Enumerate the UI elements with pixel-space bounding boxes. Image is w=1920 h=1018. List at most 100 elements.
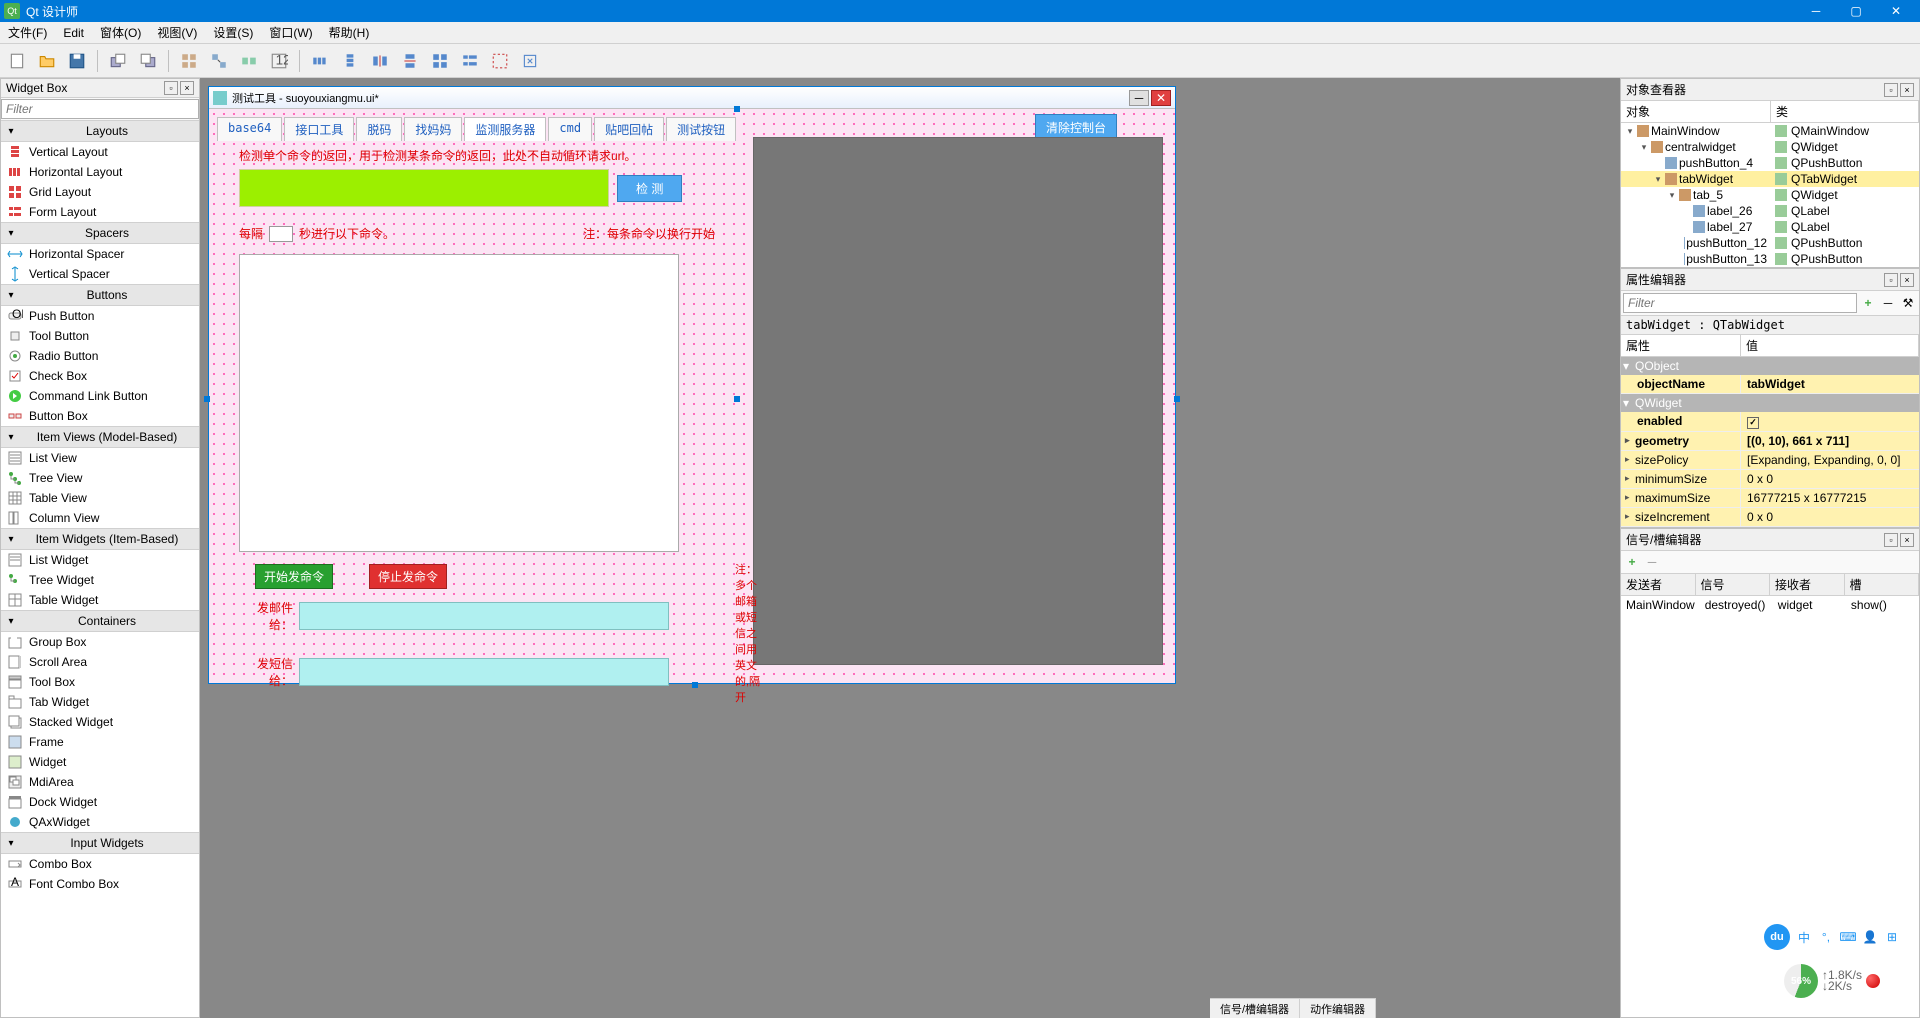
ime-grid-icon[interactable]: ⊞ (1884, 929, 1900, 945)
property-group[interactable]: ▾QObject (1621, 357, 1919, 375)
widget-box-list[interactable]: ▾Layouts Vertical Layout Horizontal Layo… (1, 120, 199, 1017)
inspector-row[interactable]: pushButton_4QPushButton (1621, 155, 1919, 171)
widget-scroll-area[interactable]: Scroll Area (1, 652, 199, 672)
interval-input[interactable] (269, 226, 293, 242)
accelerator-icon[interactable] (1866, 974, 1880, 988)
tab-interface[interactable]: 接口工具 (284, 117, 354, 141)
remove-signal-icon[interactable]: ─ (1643, 553, 1661, 571)
cat-buttons[interactable]: ▾Buttons (1, 284, 199, 306)
menu-window[interactable]: 窗口(W) (261, 22, 320, 43)
edit-signals-button[interactable] (206, 48, 232, 74)
widget-vertical-spacer[interactable]: Vertical Spacer (1, 264, 199, 284)
ime-keyboard-icon[interactable]: ⌨ (1840, 929, 1856, 945)
inspector-row[interactable]: label_27QLabel (1621, 219, 1919, 235)
widget-horizontal-layout[interactable]: Horizontal Layout (1, 162, 199, 182)
widget-widget[interactable]: Widget (1, 752, 199, 772)
cat-item-views[interactable]: ▾Item Views (Model-Based) (1, 426, 199, 448)
resize-handle[interactable] (734, 106, 740, 112)
inspector-row[interactable]: pushButton_12QPushButton (1621, 235, 1919, 251)
adjust-size-button[interactable] (517, 48, 543, 74)
menu-settings[interactable]: 设置(S) (205, 22, 261, 43)
ime-user-icon[interactable]: 👤 (1862, 929, 1878, 945)
remove-prop-icon[interactable]: ─ (1879, 294, 1897, 312)
layout-horiz-splitter-button[interactable] (367, 48, 393, 74)
design-window[interactable]: 测试工具 - suoyouxiangmu.ui* ─ ✕ base64 接口工具… (208, 86, 1176, 684)
widget-horizontal-spacer[interactable]: Horizontal Spacer (1, 244, 199, 264)
tab-decode[interactable]: 脱码 (356, 117, 402, 141)
tab-test[interactable]: 测试按钮 (666, 117, 736, 141)
property-row[interactable]: enabled✓ (1621, 412, 1919, 432)
widget-list-view[interactable]: List View (1, 448, 199, 468)
break-layout-button[interactable] (487, 48, 513, 74)
start-button[interactable]: 开始发命令 (255, 564, 333, 589)
tab-base64[interactable]: base64 (217, 117, 282, 141)
widget-table-view[interactable]: Table View (1, 488, 199, 508)
property-filter[interactable] (1623, 293, 1857, 313)
cat-input-widgets[interactable]: ▾Input Widgets (1, 832, 199, 854)
widget-tool-box[interactable]: Tool Box (1, 672, 199, 692)
widget-font-combo-box[interactable]: AFont Combo Box (1, 874, 199, 894)
url-input[interactable] (239, 169, 609, 207)
close-panel-icon[interactable]: × (180, 81, 194, 95)
property-row[interactable]: ▸maximumSize16777215 x 16777215 (1621, 489, 1919, 508)
resize-handle[interactable] (204, 396, 210, 402)
tab-tieba[interactable]: 贴吧回帖 (594, 117, 664, 141)
add-signal-icon[interactable]: + (1623, 553, 1641, 571)
sms-input[interactable] (299, 658, 669, 686)
widget-command-link[interactable]: Command Link Button (1, 386, 199, 406)
property-row[interactable]: ▸geometry[(0, 10), 661 x 711] (1621, 432, 1919, 451)
tab-findmom[interactable]: 找妈妈 (404, 117, 462, 141)
ime-zh-icon[interactable]: 中 (1796, 929, 1812, 945)
send-back-button[interactable] (105, 48, 131, 74)
cat-item-widgets[interactable]: ▾Item Widgets (Item-Based) (1, 528, 199, 550)
widget-group-box[interactable]: Group Box (1, 632, 199, 652)
menu-form[interactable]: 窗体(O) (92, 22, 149, 43)
resize-handle[interactable] (1174, 396, 1180, 402)
inspector-row[interactable]: ▾tabWidgetQTabWidget (1621, 171, 1919, 187)
widget-combo-box[interactable]: Combo Box (1, 854, 199, 874)
bring-front-button[interactable] (135, 48, 161, 74)
close-button[interactable]: ✕ (1876, 0, 1916, 22)
close-panel-icon[interactable]: × (1900, 273, 1914, 287)
signal-row[interactable]: MainWindowdestroyed()widgetshow() (1621, 596, 1919, 614)
form-close-icon[interactable]: ✕ (1151, 90, 1171, 106)
edit-taborder-button[interactable]: 12 (266, 48, 292, 74)
widget-dock-widget[interactable]: Dock Widget (1, 792, 199, 812)
commands-textarea[interactable] (239, 254, 679, 552)
layout-vert-button[interactable] (337, 48, 363, 74)
tab-action-editor[interactable]: 动作编辑器 (1300, 999, 1376, 1018)
widget-radio-button[interactable]: Radio Button (1, 346, 199, 366)
inspector-row[interactable]: label_26QLabel (1621, 203, 1919, 219)
layout-form-button[interactable] (457, 48, 483, 74)
cat-spacers[interactable]: ▾Spacers (1, 222, 199, 244)
widget-tool-button[interactable]: Tool Button (1, 326, 199, 346)
widget-qaxwidget[interactable]: QAxWidget (1, 812, 199, 832)
widget-mdiarea[interactable]: MdiArea (1, 772, 199, 792)
maximize-button[interactable]: ▢ (1836, 0, 1876, 22)
widget-tab-widget[interactable]: Tab Widget (1, 692, 199, 712)
widget-stacked-widget[interactable]: Stacked Widget (1, 712, 199, 732)
tab-monitor[interactable]: 监测服务器 (464, 117, 546, 141)
baidu-icon[interactable]: du (1764, 924, 1790, 950)
inspector-row[interactable]: pushButton_13QPushButton (1621, 251, 1919, 267)
tab-signal-slot[interactable]: 信号/槽编辑器 (1210, 999, 1300, 1018)
detect-button[interactable]: 检 测 (617, 175, 682, 202)
menu-help[interactable]: 帮助(H) (321, 22, 378, 43)
inspector-row[interactable]: ▾centralwidgetQWidget (1621, 139, 1919, 155)
design-titlebar[interactable]: 测试工具 - suoyouxiangmu.ui* ─ ✕ (209, 87, 1175, 109)
inspector-tree[interactable]: ▾MainWindowQMainWindow▾centralwidgetQWid… (1621, 123, 1919, 267)
property-row[interactable]: ▸baseSize0 x 0 (1621, 527, 1919, 528)
widget-push-button[interactable]: OKPush Button (1, 306, 199, 326)
save-button[interactable] (64, 48, 90, 74)
float-icon[interactable]: ▫ (164, 81, 178, 95)
signal-list[interactable]: MainWindowdestroyed()widgetshow() (1621, 596, 1919, 1017)
resize-handle[interactable] (734, 396, 740, 402)
net-pct-badge[interactable]: 56% (1784, 964, 1818, 998)
widget-table-widget[interactable]: Table Widget (1, 590, 199, 610)
close-panel-icon[interactable]: × (1900, 83, 1914, 97)
widget-frame[interactable]: Frame (1, 732, 199, 752)
cat-containers[interactable]: ▾Containers (1, 610, 199, 632)
widget-column-view[interactable]: Column View (1, 508, 199, 528)
menu-view[interactable]: 视图(V) (149, 22, 205, 43)
property-row[interactable]: objectNametabWidget (1621, 375, 1919, 394)
